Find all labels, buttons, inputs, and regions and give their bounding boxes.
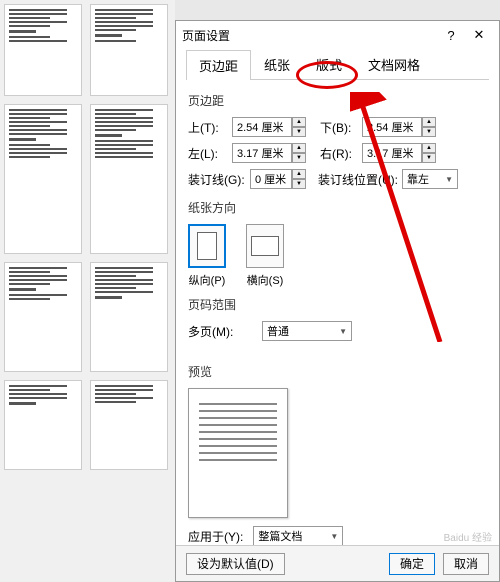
- chevron-down-icon: ▼: [339, 327, 347, 336]
- thumb-page[interactable]: [90, 104, 168, 254]
- thumb-page[interactable]: [4, 262, 82, 372]
- cancel-button[interactable]: 取消: [443, 553, 489, 575]
- orientation-landscape[interactable]: 横向(S): [246, 224, 284, 288]
- set-default-button[interactable]: 设为默认值(D): [186, 553, 285, 575]
- label-right: 右(R):: [320, 145, 358, 162]
- tab-paper[interactable]: 纸张: [251, 49, 303, 79]
- tab-grid[interactable]: 文档网格: [355, 49, 433, 79]
- dialog-title: 页面设置: [182, 27, 437, 44]
- section-orientation: 纸张方向: [188, 199, 487, 216]
- select-gutter-pos[interactable]: 靠左 ▼: [402, 169, 458, 189]
- portrait-icon: [188, 224, 226, 268]
- panel-margins: 页边距 上(T): ▲▼ 下(B): ▲▼ 左(L): ▲▼ 右(R):: [176, 80, 499, 560]
- spin-down-icon[interactable]: ▼: [292, 127, 306, 137]
- select-value: 整篇文档: [258, 528, 302, 544]
- spin-down-icon[interactable]: ▼: [422, 153, 436, 163]
- thumb-page[interactable]: [90, 4, 168, 96]
- spin-down-icon[interactable]: ▼: [292, 153, 306, 163]
- thumb-page[interactable]: [90, 380, 168, 470]
- spin-up-icon[interactable]: ▲: [422, 143, 436, 153]
- input-right[interactable]: [362, 143, 422, 163]
- select-value: 靠左: [407, 171, 429, 187]
- orientation-label: 纵向(P): [189, 275, 226, 287]
- thumb-page[interactable]: [4, 380, 82, 470]
- thumb-page[interactable]: [4, 104, 82, 254]
- label-apply-to: 应用于(Y):: [188, 528, 243, 545]
- orientation-label: 横向(S): [247, 275, 284, 287]
- label-multipage: 多页(M):: [188, 323, 238, 340]
- input-bottom[interactable]: [362, 117, 422, 137]
- titlebar: 页面设置 ? ✕: [176, 21, 499, 49]
- spin-down-icon[interactable]: ▼: [292, 179, 306, 189]
- orientation-portrait[interactable]: 纵向(P): [188, 224, 226, 288]
- ok-button[interactable]: 确定: [389, 553, 435, 575]
- page-thumbnails: [0, 0, 175, 582]
- preview-page: [188, 388, 288, 518]
- spin-down-icon[interactable]: ▼: [422, 127, 436, 137]
- tab-layout[interactable]: 版式: [303, 49, 355, 79]
- help-button[interactable]: ?: [437, 28, 465, 43]
- chevron-down-icon: ▼: [330, 532, 338, 541]
- spin-up-icon[interactable]: ▲: [292, 117, 306, 127]
- dialog-buttons: 设为默认值(D) 确定 取消: [176, 545, 499, 581]
- label-gutter-pos: 装订线位置(U):: [318, 171, 398, 188]
- section-pages: 页码范围: [188, 296, 487, 313]
- input-gutter[interactable]: [250, 169, 292, 189]
- input-top[interactable]: [232, 117, 292, 137]
- watermark: Baidu 经验: [444, 529, 492, 544]
- label-bottom: 下(B):: [320, 119, 358, 136]
- spin-up-icon[interactable]: ▲: [292, 169, 306, 179]
- tab-strip: 页边距 纸张 版式 文档网格: [186, 49, 489, 80]
- thumb-page[interactable]: [90, 262, 168, 372]
- spin-up-icon[interactable]: ▲: [422, 117, 436, 127]
- section-margins: 页边距: [188, 92, 487, 109]
- label-left: 左(L):: [188, 145, 228, 162]
- label-gutter: 装订线(G):: [188, 171, 246, 188]
- label-top: 上(T):: [188, 119, 228, 136]
- landscape-icon: [246, 224, 284, 268]
- thumb-page[interactable]: [4, 4, 82, 96]
- select-apply-to[interactable]: 整篇文档 ▼: [253, 526, 343, 546]
- page-setup-dialog: 页面设置 ? ✕ 页边距 纸张 版式 文档网格 页边距 上(T): ▲▼ 下(B…: [175, 20, 500, 582]
- spin-up-icon[interactable]: ▲: [292, 143, 306, 153]
- input-left[interactable]: [232, 143, 292, 163]
- select-value: 普通: [267, 323, 289, 339]
- close-button[interactable]: ✕: [465, 27, 493, 43]
- select-multipage[interactable]: 普通 ▼: [262, 321, 352, 341]
- section-preview: 预览: [188, 363, 487, 380]
- chevron-down-icon: ▼: [445, 175, 453, 184]
- tab-margin[interactable]: 页边距: [186, 50, 251, 80]
